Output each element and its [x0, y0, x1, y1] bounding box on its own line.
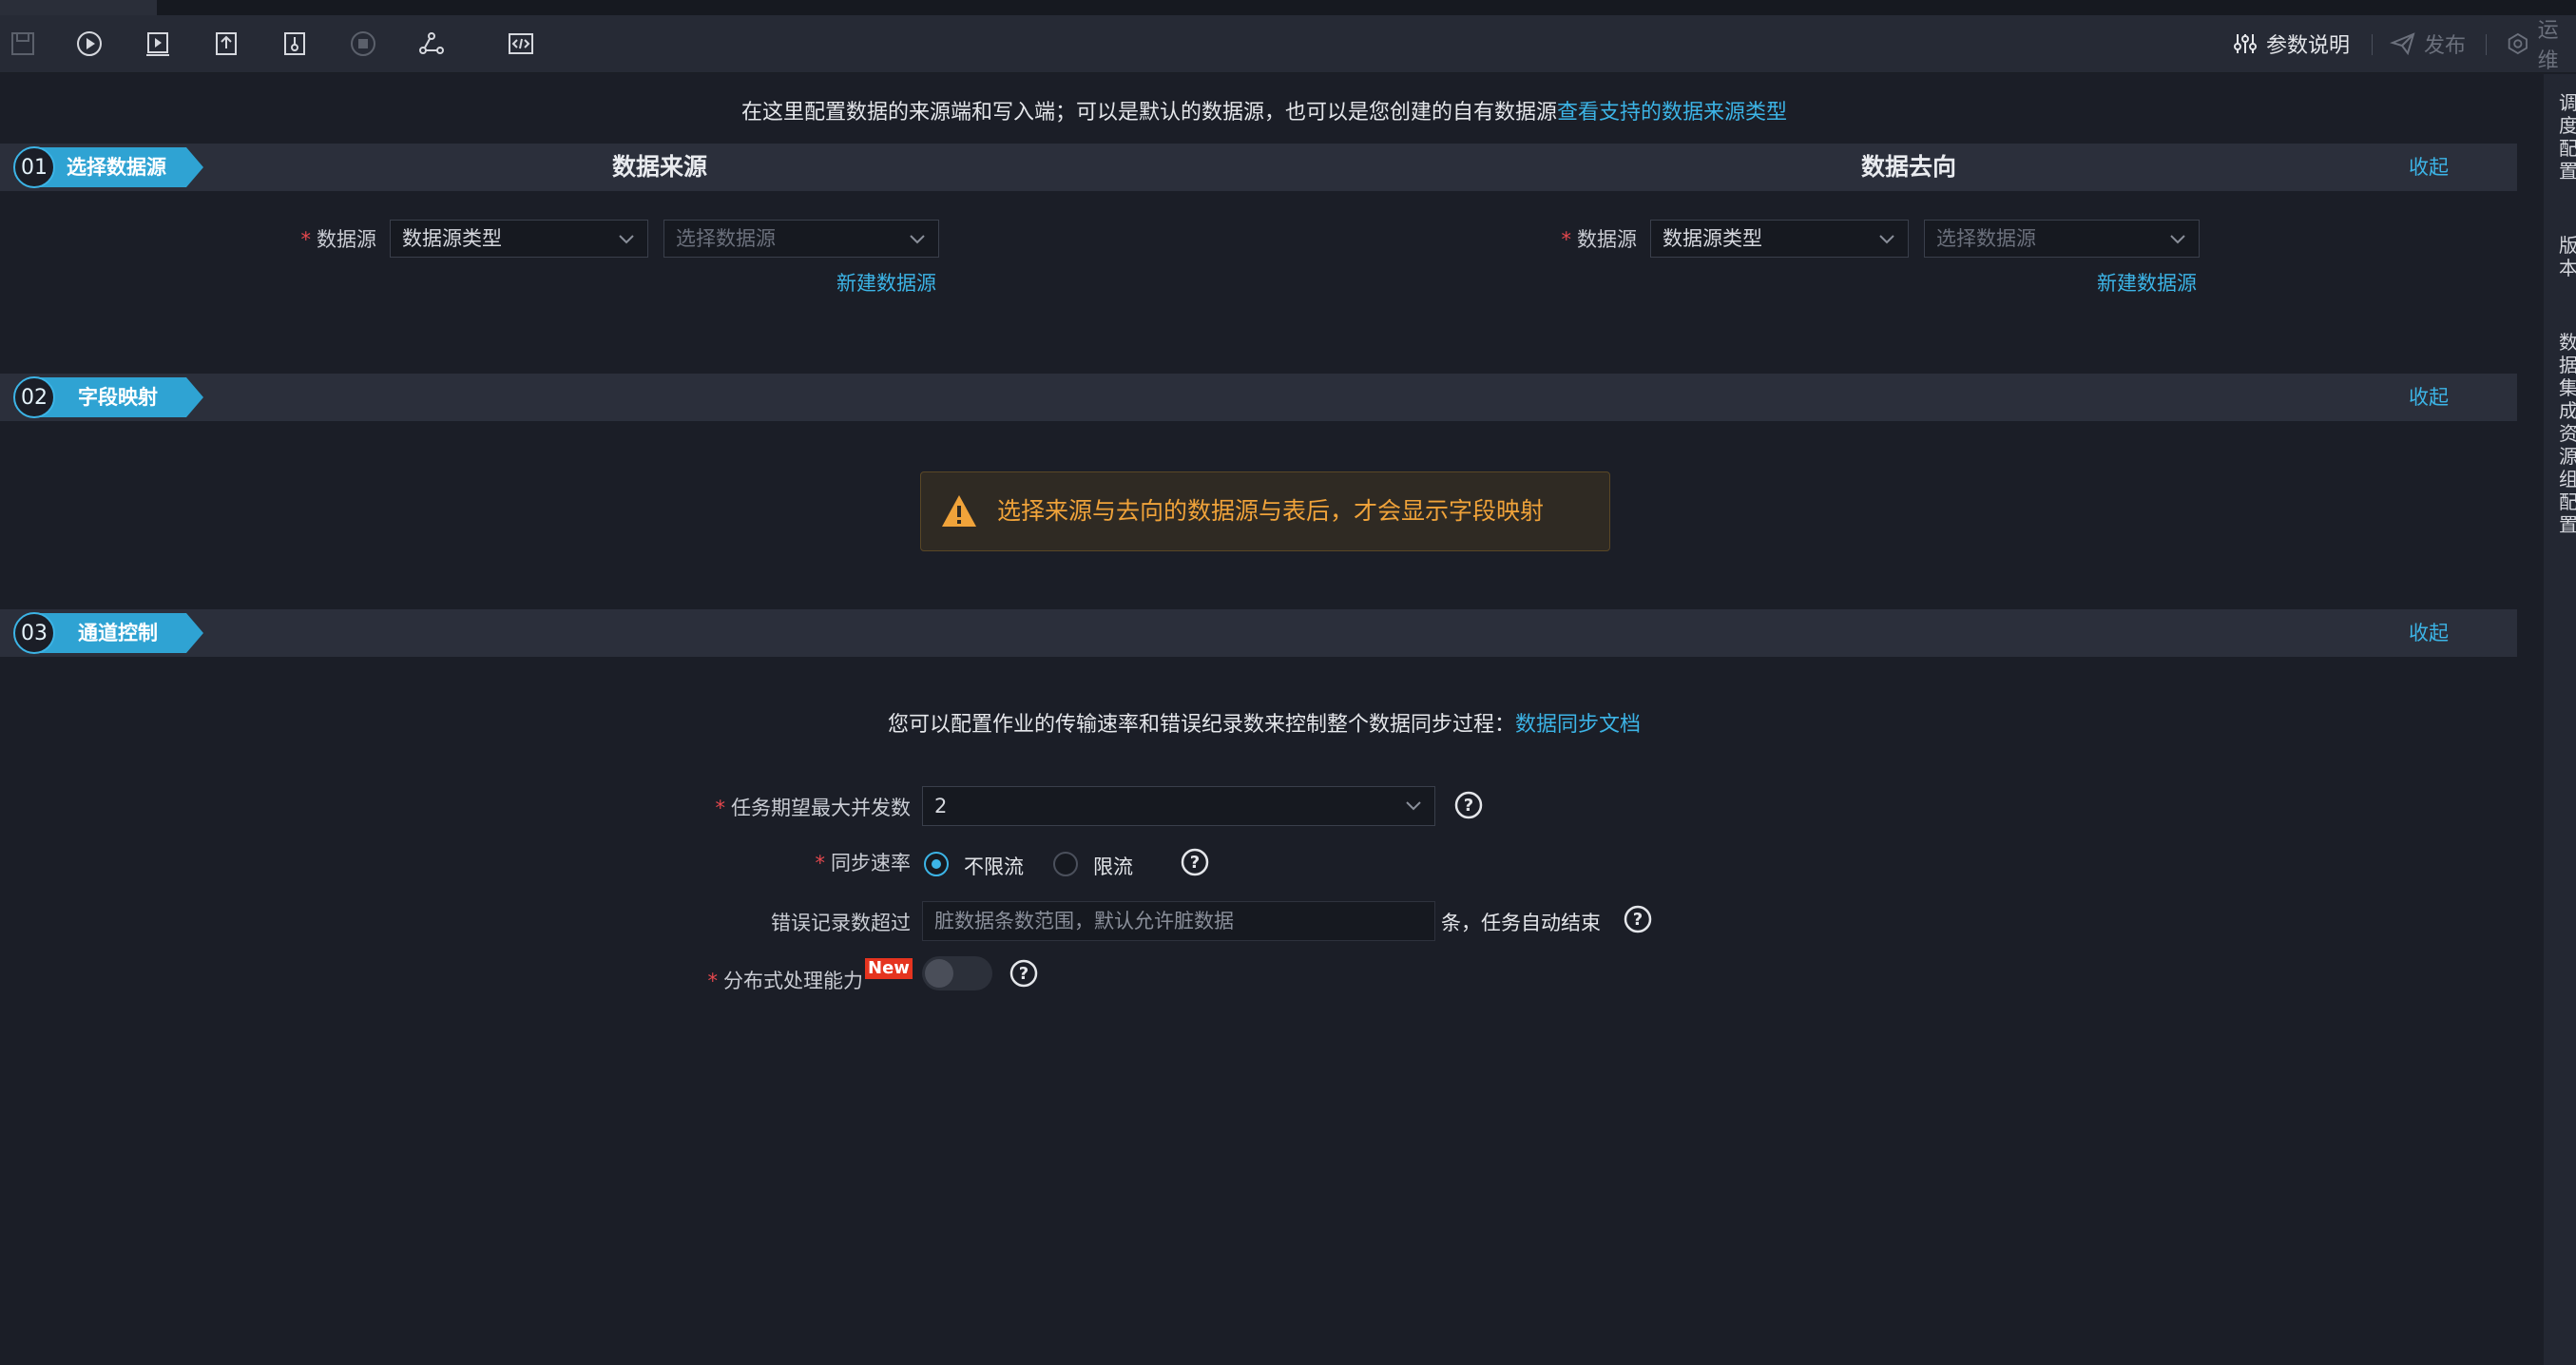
field-mapping-warning: 选择来源与去向的数据源与表后，才会显示字段映射	[920, 471, 1610, 551]
active-tab[interactable]	[0, 0, 157, 15]
right-tab-resource-group[interactable]: 数据集成资源组配置	[2559, 331, 2576, 536]
step-tag: 03 通道控制	[13, 609, 203, 657]
toolbar-divider	[2372, 34, 2373, 55]
channel-description: 您可以配置作业的传输速率和错误纪录数来控制整个数据同步过程：数据同步文档	[887, 713, 1642, 737]
target-datasource-select[interactable]: 选择数据源	[1924, 220, 2200, 258]
rate-limited-label[interactable]: 限流	[1093, 852, 1133, 880]
target-heading: 数据去向	[1861, 153, 1957, 181]
warning-icon	[942, 495, 976, 527]
svg-text:?: ?	[1190, 853, 1200, 873]
chevron-down-icon	[1406, 801, 1421, 811]
run-icon[interactable]	[74, 29, 105, 59]
chevron-down-icon	[1879, 235, 1894, 244]
svg-text:?: ?	[1633, 910, 1643, 930]
supported-types-link[interactable]: 查看支持的数据来源类型	[1557, 101, 1787, 125]
section-field-mapping: 02 字段映射 收起	[0, 374, 2517, 421]
param-doc-button[interactable]: 参数说明	[2232, 15, 2350, 72]
source-new-datasource-link[interactable]: 新建数据源	[836, 268, 936, 297]
error-limit-input[interactable]: 脏数据条数范围，默认允许脏数据	[922, 901, 1435, 941]
send-icon	[2390, 32, 2415, 56]
toolbar-divider	[2486, 34, 2487, 55]
svg-text:?: ?	[1464, 796, 1473, 816]
help-icon[interactable]: ?	[1624, 905, 1652, 933]
collapse-link[interactable]: 收起	[2409, 374, 2449, 421]
right-tab-version[interactable]: 版本	[2559, 234, 2576, 279]
run-params-icon[interactable]	[143, 29, 173, 59]
publish-button[interactable]: 发布	[2390, 15, 2466, 72]
step-number: 03	[13, 612, 55, 654]
right-sidebar: 调度配置 版本 数据集成资源组配置	[2544, 74, 2576, 1365]
rate-label: * 同步速率	[815, 852, 912, 875]
chevron-down-icon	[2170, 235, 2185, 244]
stop-icon[interactable]	[348, 29, 378, 59]
rate-limited-radio[interactable]	[1053, 852, 1078, 876]
intro-text: 在这里配置数据的来源端和写入端；可以是默认的数据源，也可以是您创建的自有数据源查…	[740, 101, 1788, 125]
concurrency-select[interactable]: 2	[922, 786, 1435, 826]
source-datasource-label: * 数据源	[300, 228, 377, 251]
right-tab-schedule[interactable]: 调度配置	[2559, 91, 2576, 183]
lineage-icon[interactable]	[416, 29, 447, 59]
ops-button[interactable]: 运维	[2506, 15, 2576, 73]
source-datasource-select[interactable]: 选择数据源	[663, 220, 939, 258]
step-label: 字段映射	[78, 386, 158, 409]
step-tag: 01 选择数据源	[13, 144, 203, 191]
collapse-link[interactable]: 收起	[2409, 609, 2449, 657]
step-label: 通道控制	[78, 622, 158, 644]
chevron-down-icon	[910, 235, 925, 244]
ops-label: 运维	[2537, 19, 2559, 73]
collapse-link[interactable]: 收起	[2409, 144, 2449, 191]
step-tag: 02 字段映射	[13, 374, 203, 421]
source-type-select[interactable]: 数据源类型	[390, 220, 648, 258]
help-icon[interactable]: ?	[1181, 848, 1209, 876]
warning-text: 选择来源与去向的数据源与表后，才会显示字段映射	[997, 497, 1545, 525]
svg-text:?: ?	[1019, 964, 1028, 984]
help-icon[interactable]: ?	[1009, 959, 1038, 988]
section-select-datasource: 01 选择数据源 数据来源 数据去向 收起	[0, 144, 2517, 191]
sliders-icon	[2234, 34, 2257, 53]
ops-icon	[2508, 32, 2528, 55]
save-icon[interactable]	[8, 29, 38, 59]
source-heading: 数据来源	[612, 153, 708, 181]
error-limit-label: 错误记录数超过	[771, 912, 911, 934]
rate-unlimited-label[interactable]: 不限流	[964, 852, 1024, 880]
step-number: 01	[13, 146, 55, 188]
step-label: 选择数据源	[67, 156, 166, 179]
publish-label: 发布	[2424, 34, 2467, 58]
version-icon[interactable]	[279, 29, 310, 59]
section-channel-control: 03 通道控制 收起	[0, 609, 2517, 657]
code-icon[interactable]	[506, 29, 536, 59]
target-type-select[interactable]: 数据源类型	[1650, 220, 1909, 258]
top-strip	[0, 0, 2576, 15]
new-badge: New	[865, 958, 913, 979]
target-new-datasource-link[interactable]: 新建数据源	[2097, 268, 2197, 297]
submit-icon[interactable]	[211, 29, 241, 59]
concurrency-label: * 任务期望最大并发数	[715, 797, 912, 819]
chevron-down-icon	[619, 235, 634, 244]
help-icon[interactable]: ?	[1454, 791, 1483, 819]
sync-doc-link[interactable]: 数据同步文档	[1515, 713, 1641, 737]
toolbar: 参数说明 发布 运维	[0, 15, 2576, 73]
distributed-label: * 分布式处理能力	[707, 970, 864, 992]
target-datasource-label: * 数据源	[1561, 228, 1638, 251]
error-limit-suffix: 条，任务自动结束	[1441, 912, 1601, 934]
step-number: 02	[13, 376, 55, 418]
param-doc-label: 参数说明	[2266, 34, 2351, 58]
distributed-toggle[interactable]	[922, 956, 992, 990]
rate-unlimited-radio[interactable]	[924, 852, 949, 876]
